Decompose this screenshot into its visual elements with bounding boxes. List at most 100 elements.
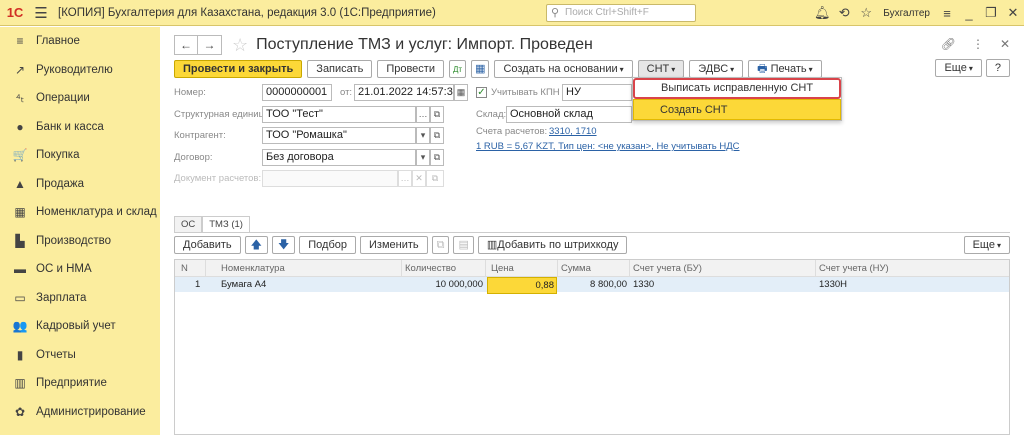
sidebar-item-1[interactable]: ≡ Главное [0,27,160,56]
cell-qty[interactable]: 10 000,000 [405,277,483,292]
sidebar-item-6[interactable]: ▲ Продажа [0,170,160,199]
tab-os[interactable]: ОС [174,216,203,233]
sidebar-item-5[interactable]: 🛒 Покупка [0,141,160,170]
column-header-n[interactable]: N [181,260,188,277]
column-header-item[interactable]: Номенклатура [221,260,285,277]
add-by-barcode-button[interactable]: ▥Добавить по штрихкоду [477,236,628,254]
cell-acc-bu[interactable]: 1330 [633,277,654,292]
cell-item[interactable]: Бумага А4 [221,277,266,292]
user-name[interactable]: Бухгалтер [883,8,930,19]
calendar-icon[interactable]: ▦ [454,84,468,101]
select-unit-button[interactable]: … [416,106,430,123]
warehouse-label: Склад: [476,109,507,120]
copy-icon: ⧉ [436,239,445,251]
accounts-label: Счета расчетов: [476,126,548,137]
currency-prices-link[interactable]: 1 RUB = 5,67 KZT, Тип цен: <не указан>, … [476,141,740,152]
post-button[interactable]: Провести [377,60,444,78]
settings-menu-icon[interactable]: ≡ [936,6,958,21]
search-input[interactable]: ⚲ Поиск Ctrl+Shift+F [546,4,696,22]
sidebar-item-label: Номенклатура и склад [36,206,157,219]
paste-row-button[interactable]: ▤ [453,236,474,254]
sidebar-item-9[interactable]: ▬ ОС и НМА [0,255,160,284]
save-button[interactable]: Записать [307,60,373,78]
forward-button[interactable]: → [198,35,222,55]
menu-item-create-snt[interactable]: Создать СНТ [633,99,841,120]
column-header-acc-nu[interactable]: Счет учета (НУ) [819,260,889,277]
unit-label: Структурная единица: [174,109,272,120]
structure-button[interactable]: ▦ [471,60,490,78]
select-button[interactable]: Подбор [299,236,356,254]
minimize-icon[interactable]: _ [958,6,980,21]
link-icon[interactable]: 🔗︎ [941,37,956,51]
back-button[interactable]: ← [174,35,198,55]
sidebar-item-11[interactable]: 👥 Кадровый учет [0,312,160,341]
sidebar-item-label: Кадровый учет [36,320,116,333]
select-settlement-doc-button[interactable]: … [398,170,412,187]
column-header-sum[interactable]: Сумма [561,260,591,277]
table-more-button[interactable]: Еще ▾ [963,236,1010,254]
column-header-qty[interactable]: Количество [405,260,456,277]
maximize-icon[interactable]: ❐ [980,5,1002,21]
more-button[interactable]: Еще ▾ [935,59,982,77]
help-button[interactable]: ? [985,59,1010,77]
menu-item-issue-corrected-snt[interactable]: Выписать исправленную СНТ [633,78,841,99]
open-counterparty-icon[interactable]: ⧉ [430,127,444,144]
close-form-icon[interactable]: ✕ [1000,37,1010,51]
table-row[interactable]: 1 Бумага А4 10 000,000 0,88 8 800,00 133… [175,277,1009,294]
reports-icon: ▮ [16,347,24,362]
print-button[interactable]: 🖶︎ Печать ▾ [748,60,822,78]
more-vertical-icon[interactable]: ⋮ [972,37,984,51]
open-unit-icon[interactable]: ⧉ [430,106,444,123]
sidebar-item-label: Операции [36,92,90,105]
sidebar-item-10[interactable]: ▭ Зарплата [0,284,160,313]
tab-bar: ОС ТМЗ (1) [174,216,250,233]
close-icon[interactable]: ✕ [1002,5,1024,21]
post-and-close-button[interactable]: Провести и закрыть [174,60,303,78]
open-settlement-doc-icon[interactable]: ⧉ [426,170,444,187]
kpn-checkbox[interactable]: ✓ [476,87,487,98]
sidebar-item-8[interactable]: ▙ Производство [0,227,160,256]
edvs-button[interactable]: ЭДВС ▾ [689,60,744,78]
sidebar-item-14[interactable]: ✿ Администрирование [0,398,160,427]
contract-field[interactable]: Без договора [262,149,416,166]
sidebar-item-7[interactable]: ▦ Номенклатура и склад [0,198,160,227]
counterparty-field[interactable]: ТОО "Ромашка" [262,127,416,144]
cell-sum[interactable]: 8 800,00 [559,277,627,292]
hamburger-menu-icon[interactable]: ☰ [30,4,52,22]
movements-report-button[interactable]: Дт [448,60,467,78]
sidebar-item-2[interactable]: ↗ Руководителю [0,56,160,85]
sidebar-item-4[interactable]: ● Банк и касса [0,113,160,142]
change-button[interactable]: Изменить [360,236,428,254]
copy-row-button[interactable]: ⧉ [431,236,450,254]
sidebar-item-13[interactable]: ▥ Предприятие [0,369,160,398]
date-field[interactable]: 21.01.2022 14:57:3 [354,84,454,101]
counterparty-dropdown-icon[interactable]: ▾ [416,127,430,144]
unit-field[interactable]: ТОО "Тест" [262,106,416,123]
kpn-field[interactable]: НУ [562,84,632,101]
column-header-acc-bu[interactable]: Счет учета (БУ) [633,260,702,277]
cell-acc-nu[interactable]: 1330Н [819,277,847,292]
contract-dropdown-icon[interactable]: ▾ [416,149,430,166]
snt-button[interactable]: СНТ ▾ [637,60,685,78]
warehouse-field[interactable]: Основной склад [506,106,632,123]
favorites-star-icon[interactable]: ☆ [855,5,877,21]
tab-tmz[interactable]: ТМЗ (1) [202,216,250,233]
settlement-doc-field[interactable] [262,170,398,187]
add-row-button[interactable]: Добавить [174,236,241,254]
app-logo[interactable]: 1С [0,0,30,26]
sidebar-item-12[interactable]: ▮ Отчеты [0,341,160,370]
sidebar-item-3[interactable]: ⁴ₜ Операции [0,84,160,113]
cell-n[interactable]: 1 [195,277,200,292]
favorite-star-icon[interactable]: ☆ [232,35,248,56]
open-contract-icon[interactable]: ⧉ [430,149,444,166]
create-based-on-button[interactable]: Создать на основании ▾ [494,60,633,78]
cell-price[interactable]: 0,88 [487,277,557,294]
number-field[interactable]: 0000000001 [262,84,332,101]
accounts-link[interactable]: 3310, 1710 [549,126,597,137]
move-up-button[interactable]: 🡅 [244,236,268,254]
history-icon[interactable]: ⟲ [833,5,855,21]
column-header-price[interactable]: Цена [491,260,514,277]
bell-icon[interactable]: 🔔︎ [811,5,833,21]
clear-settlement-doc-icon[interactable]: ✕ [412,170,426,187]
move-down-button[interactable]: 🡇 [271,236,296,254]
